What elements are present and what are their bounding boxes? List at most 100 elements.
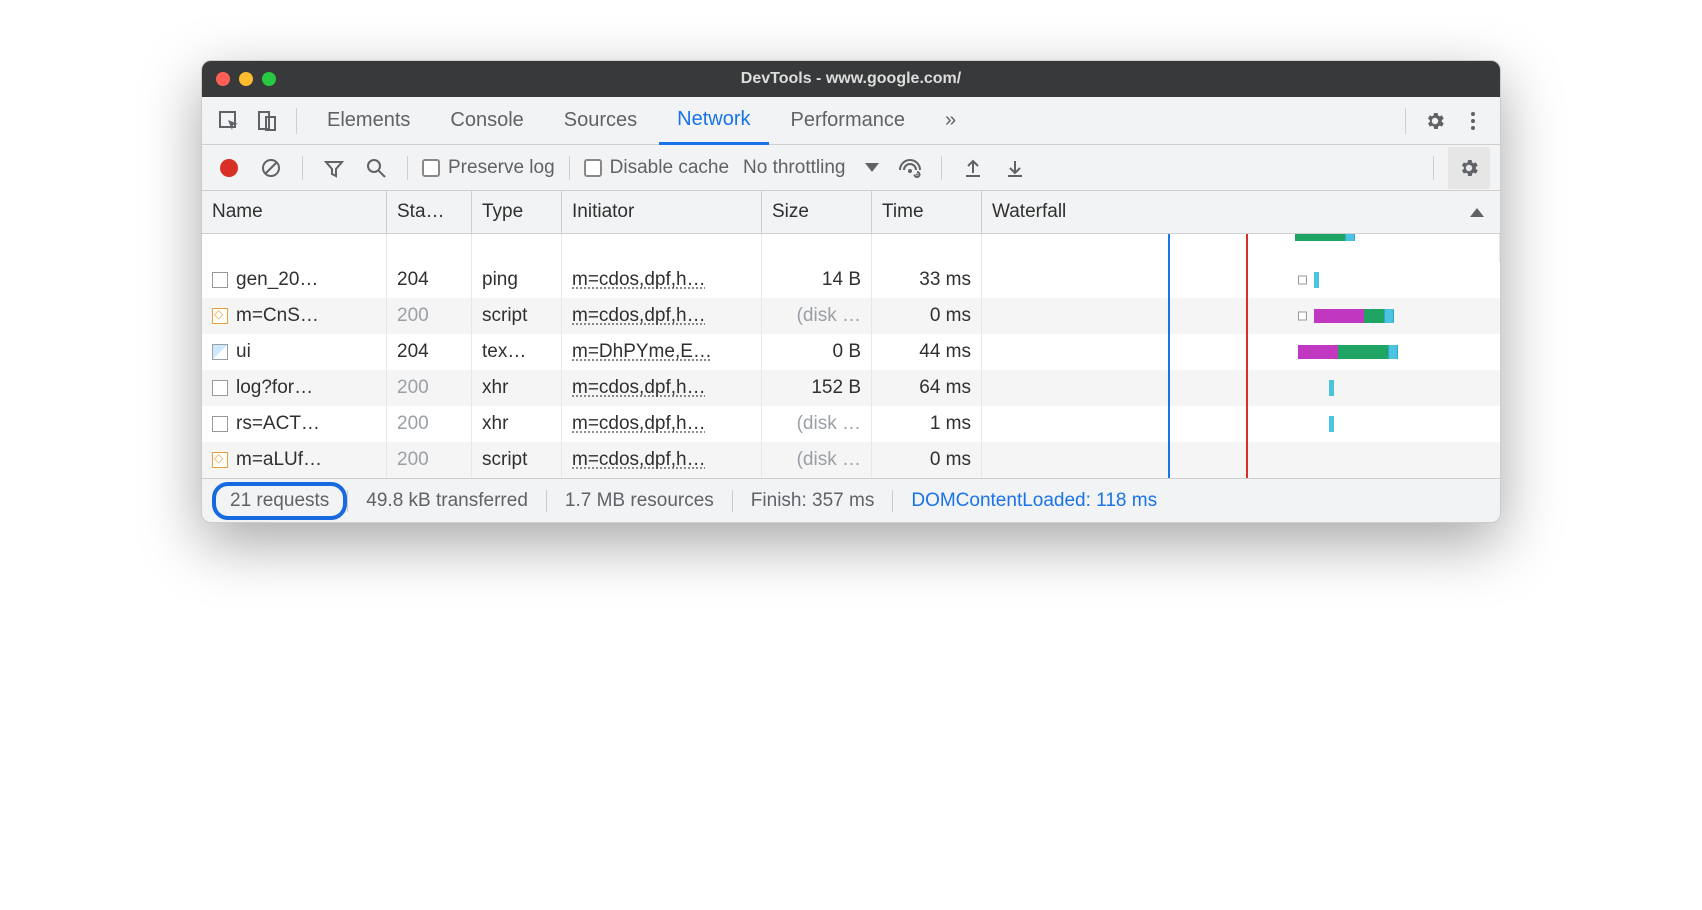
request-initiator-link[interactable]: m=cdos,dpf,h… [572,449,706,471]
disable-cache-label: Disable cache [610,157,729,179]
network-table: Name Sta… Type Initiator Size Time Water… [202,191,1500,478]
tab-sources[interactable]: Sources [546,97,655,145]
column-header-status[interactable]: Sta… [387,191,472,234]
separator [1405,108,1406,134]
separator [407,156,408,180]
request-name-text: m=CnS… [236,305,319,327]
request-size: 152 B [762,370,872,406]
separator [296,108,297,134]
sort-asc-icon [1470,208,1484,217]
request-status: 200 [387,442,472,478]
settings-button[interactable] [1418,104,1452,138]
request-name[interactable]: m=CnS… [202,298,387,334]
disable-cache-checkbox[interactable]: Disable cache [584,157,729,179]
status-requests: 21 requests [212,482,347,520]
request-name-text: ui [236,341,251,363]
request-name[interactable]: gen_20… [202,262,387,298]
request-name[interactable]: ui [202,334,387,370]
tab-performance[interactable]: Performance [773,97,924,145]
column-header-type[interactable]: Type [472,191,562,234]
request-initiator-link[interactable]: m=cdos,dpf,h… [572,413,706,435]
request-name-text: m=aLUf… [236,449,322,471]
request-name-text: gen_20… [236,269,318,291]
devtools-window: DevTools - www.google.com/ ElementsConso… [201,60,1501,523]
request-time: 64 ms [872,370,982,406]
preserve-log-label: Preserve log [448,157,555,179]
request-size: (disk … [762,298,872,334]
request-size: (disk … [762,442,872,478]
tab-elements[interactable]: Elements [309,97,428,145]
request-type: script [472,298,562,334]
script-file-icon [212,452,228,468]
status-resources: 1.7 MB resources [547,490,732,512]
preserve-log-checkbox[interactable]: Preserve log [422,157,555,179]
request-waterfall [982,442,1500,478]
separator [1433,156,1434,180]
device-toolbar-button[interactable] [250,104,284,138]
search-button[interactable] [359,151,393,185]
filter-button[interactable] [317,151,351,185]
inspect-element-button[interactable] [212,104,246,138]
request-name-text: log?for… [236,377,313,399]
request-status: 200 [387,370,472,406]
tab-console[interactable]: Console [432,97,541,145]
status-finish: Finish: 357 ms [733,490,893,512]
more-tabs-button[interactable]: » [927,97,974,145]
network-conditions-button[interactable] [893,151,927,185]
request-initiator-link[interactable]: m=DhPYme,E… [572,341,712,363]
close-window-button[interactable] [216,72,230,86]
throttling-value: No throttling [743,157,845,179]
request-status: 200 [387,298,472,334]
request-name[interactable]: m=aLUf… [202,442,387,478]
more-options-button[interactable] [1456,104,1490,138]
request-initiator-link[interactable]: m=cdos,dpf,h… [572,305,706,327]
request-initiator-link[interactable]: m=cdos,dpf,h… [572,377,706,399]
record-icon [220,159,238,177]
export-har-button[interactable] [998,151,1032,185]
request-initiator-link[interactable]: m=cdos,dpf,h… [572,269,706,291]
window-title: DevTools - www.google.com/ [202,70,1500,88]
request-initiator: m=cdos,dpf,h… [562,442,762,478]
request-initiator: m=cdos,dpf,h… [562,262,762,298]
doc-file-icon [212,380,228,396]
tab-network[interactable]: Network [659,97,768,145]
request-name-text: rs=ACT… [236,413,320,435]
zoom-window-button[interactable] [262,72,276,86]
separator [302,156,303,180]
traffic-lights [216,72,276,86]
checkbox-icon [584,159,602,177]
clear-button[interactable] [254,151,288,185]
request-initiator: m=cdos,dpf,h… [562,370,762,406]
request-time: 44 ms [872,334,982,370]
request-size: (disk … [762,406,872,442]
chevron-down-icon [865,163,879,172]
request-initiator: m=DhPYme,E… [562,334,762,370]
request-status: 200 [387,406,472,442]
request-time: 0 ms [872,442,982,478]
request-initiator: m=cdos,dpf,h… [562,406,762,442]
img-file-icon [212,344,228,360]
throttling-select[interactable]: No throttling [737,157,885,179]
status-domcontentloaded: DOMContentLoaded: 118 ms [893,490,1175,512]
request-name[interactable]: rs=ACT… [202,406,387,442]
request-time: 33 ms [872,262,982,298]
minimize-window-button[interactable] [239,72,253,86]
column-header-time[interactable]: Time [872,191,982,234]
request-name[interactable]: log?for… [202,370,387,406]
request-size: 14 B [762,262,872,298]
column-header-initiator[interactable]: Initiator [562,191,762,234]
script-file-icon [212,308,228,324]
request-type: script [472,442,562,478]
column-header-waterfall-label: Waterfall [992,201,1066,223]
column-header-waterfall[interactable]: Waterfall [982,191,1500,234]
column-header-name[interactable]: Name [202,191,387,234]
record-button[interactable] [212,151,246,185]
request-time: 1 ms [872,406,982,442]
network-settings-button[interactable] [1448,147,1490,189]
separator [569,156,570,180]
column-header-size[interactable]: Size [762,191,872,234]
doc-file-icon [212,416,228,432]
import-har-button[interactable] [956,151,990,185]
doc-file-icon [212,272,228,288]
network-toolbar: Preserve log Disable cache No throttling [202,145,1500,191]
